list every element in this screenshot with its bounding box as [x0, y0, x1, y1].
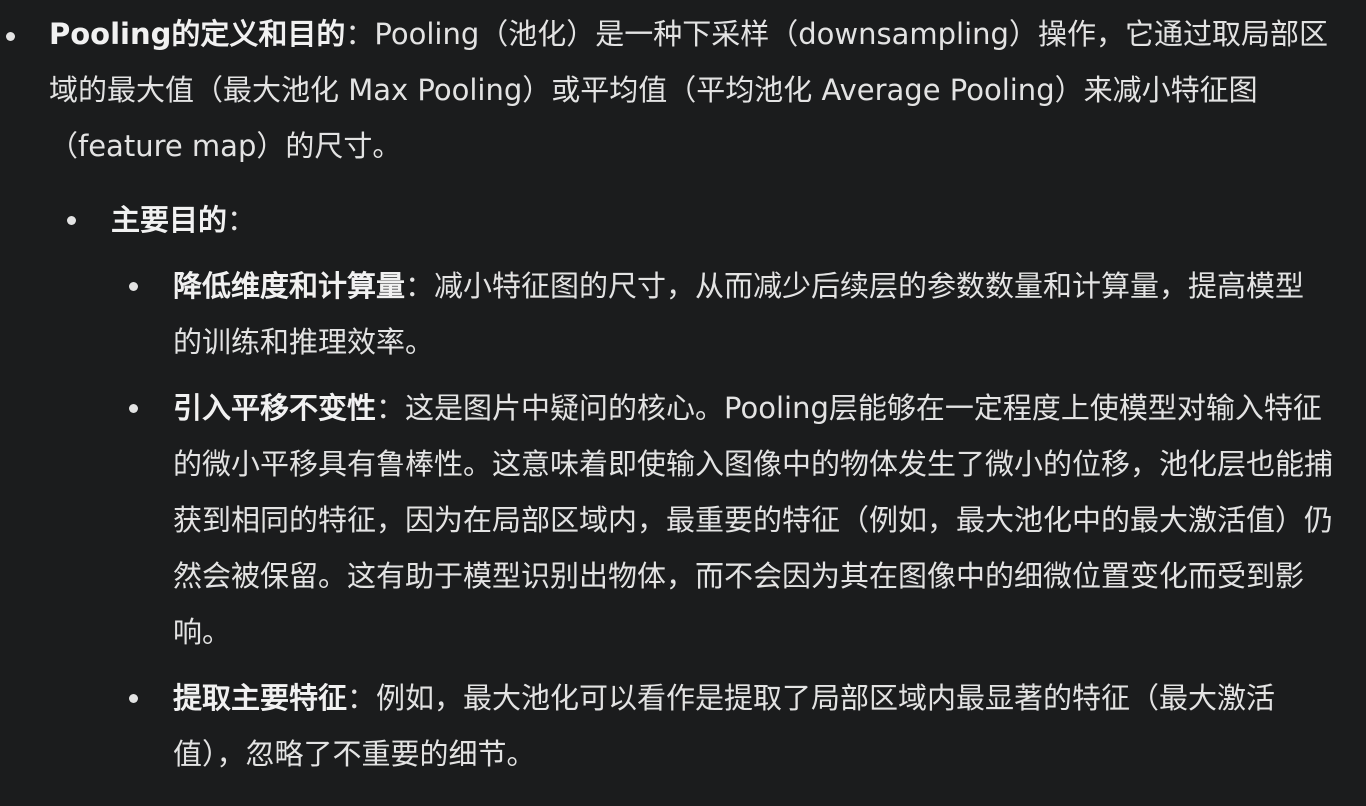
term-separator: ： — [405, 269, 435, 303]
bullet-icon — [129, 282, 138, 291]
list-item-extract-features: 提取主要特征：例如，最大池化可以看作是提取了局部区域内最显著的特征（最大激活值）… — [129, 670, 1333, 782]
term-separator: ： — [345, 17, 375, 51]
term-translation-invariance: 引入平移不变性 — [173, 391, 377, 425]
bullet-icon — [129, 694, 138, 703]
term-separator: ： — [227, 203, 257, 237]
bullet-icon — [6, 32, 15, 41]
bullet-icon — [129, 404, 138, 413]
list-item-reduce-dimension: 降低维度和计算量：减小特征图的尺寸，从而减少后续层的参数数量和计算量，提高模型的… — [129, 258, 1333, 370]
term-separator: ： — [376, 391, 406, 425]
term-separator: ： — [347, 681, 377, 715]
term-reduce-dimension: 降低维度和计算量 — [173, 269, 406, 303]
term-extract-features: 提取主要特征 — [173, 681, 348, 715]
list-item-pooling-definition: Pooling的定义和目的：Pooling（池化）是一种下采样（downsamp… — [6, 6, 1339, 174]
term-pooling-definition: Pooling的定义和目的 — [49, 17, 346, 51]
list-item-translation-invariance: 引入平移不变性：这是图片中疑问的核心。Pooling层能够在一定程度上使模型对输… — [129, 380, 1334, 660]
translation-invariance-text: 这是图片中疑问的核心。Pooling层能够在一定程度上使模型对输入特征的微小平移… — [173, 391, 1334, 649]
bullet-icon — [67, 216, 76, 225]
document-content: Pooling的定义和目的：Pooling（池化）是一种下采样（downsamp… — [0, 0, 1366, 806]
term-main-purposes: 主要目的 — [111, 203, 228, 237]
purpose-list: 降低维度和计算量：减小特征图的尺寸，从而减少后续层的参数数量和计算量，提高模型的… — [129, 258, 1334, 782]
list-item-main-purposes: 主要目的： 降低维度和计算量：减小特征图的尺寸，从而减少后续层的参数数量和计算量… — [67, 192, 1334, 792]
